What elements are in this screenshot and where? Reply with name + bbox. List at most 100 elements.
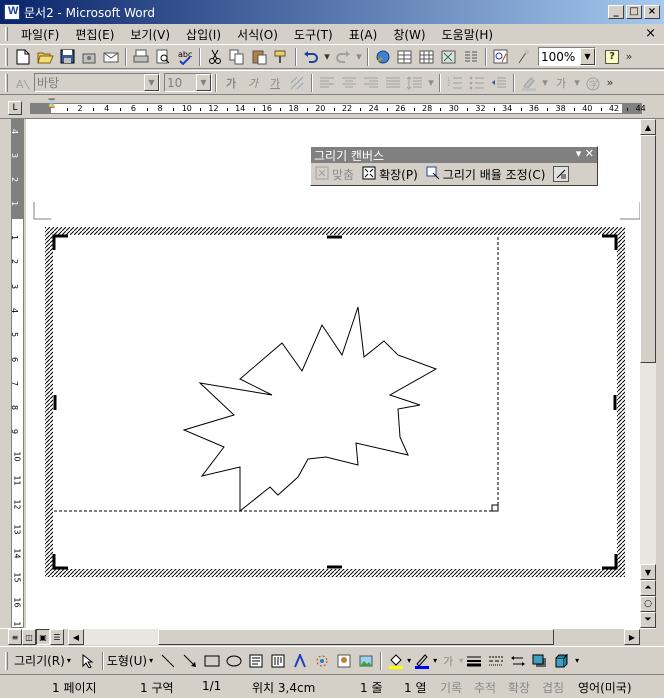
menu-window[interactable]: 창(W) — [386, 26, 434, 43]
print-layout-button[interactable]: ▣ — [36, 629, 50, 645]
bold-button[interactable]: 가 — [221, 73, 241, 93]
permission-icon[interactable] — [79, 47, 99, 67]
canvas-toolbar-controls[interactable]: ▾ ✕ — [576, 147, 594, 160]
hyperlink-icon[interactable] — [373, 47, 393, 67]
cut-icon[interactable] — [205, 47, 225, 67]
select-objects-icon[interactable] — [78, 651, 98, 671]
3d-style-icon[interactable] — [552, 651, 572, 671]
print-icon[interactable] — [131, 47, 151, 67]
email-icon[interactable] — [101, 47, 121, 67]
format-painter-icon[interactable] — [271, 47, 291, 67]
new-document-icon[interactable] — [13, 47, 33, 67]
browse-object-button[interactable]: ○ — [640, 596, 656, 612]
autoshapes-dropdown-icon[interactable]: ▾ — [149, 656, 153, 665]
draw-font-color-button[interactable]: 가 — [438, 651, 458, 671]
toolbar-options-icon[interactable]: » — [624, 47, 634, 67]
scroll-down-button[interactable]: ▼ — [640, 564, 656, 580]
decrease-indent-icon[interactable] — [489, 73, 509, 93]
format-toolbar-grip[interactable] — [5, 73, 8, 92]
fill-color-dropdown-icon[interactable]: ▾ — [407, 656, 411, 665]
vertical-scrollbar[interactable]: ▲ ▼ ⏶ ○ ⏷ — [640, 119, 656, 628]
insert-table-icon[interactable] — [417, 47, 437, 67]
web-view-button[interactable]: ◫ — [22, 629, 36, 645]
expand-button[interactable]: 확장(P) — [379, 166, 418, 183]
outline-view-button[interactable]: ☰ — [50, 629, 64, 645]
clip-art-icon[interactable] — [334, 651, 354, 671]
align-left-icon[interactable] — [317, 73, 337, 93]
underline-button[interactable]: 가 — [265, 73, 285, 93]
document-close-button[interactable]: × — [645, 26, 656, 41]
styles-formatting-icon[interactable]: A — [13, 73, 33, 93]
line-spacing-icon[interactable] — [405, 73, 425, 93]
word-app-icon[interactable] — [4, 4, 20, 20]
font-color-dropdown-icon[interactable]: ▾ — [573, 73, 581, 93]
normal-view-button[interactable]: ≡ — [8, 629, 22, 645]
status-rec[interactable]: 기록 — [440, 679, 462, 696]
line-color-icon[interactable] — [412, 651, 432, 671]
align-center-icon[interactable] — [339, 73, 359, 93]
align-right-icon[interactable] — [361, 73, 381, 93]
menu-tools[interactable]: 도구(T) — [287, 26, 342, 43]
highlight-dropdown-icon[interactable]: ▾ — [541, 73, 549, 93]
status-ext[interactable]: 확장 — [508, 679, 530, 696]
paste-icon[interactable] — [249, 47, 269, 67]
scale-icon[interactable] — [426, 166, 440, 183]
scroll-thumb[interactable] — [640, 135, 656, 363]
menu-view[interactable]: 보기(V) — [123, 26, 179, 43]
style-combo[interactable]: 바탕 ▼ — [34, 73, 160, 92]
menu-file[interactable]: 파일(F) — [14, 26, 68, 43]
scroll-left-button[interactable]: ◀ — [68, 629, 84, 645]
draw-menu-button[interactable]: 그리기(R) — [14, 652, 65, 669]
menu-table[interactable]: 표(A) — [342, 26, 387, 43]
line-spacing-dropdown-icon[interactable]: ▾ — [427, 73, 435, 93]
format-toolbar-options-icon[interactable]: » — [605, 73, 615, 93]
draw-dropdown-icon[interactable]: ▾ — [67, 656, 71, 665]
scale-drawing-button[interactable]: 그리기 배율 조정(C) — [443, 166, 546, 183]
insert-picture-icon[interactable] — [356, 651, 376, 671]
font-size-dropdown-icon[interactable]: ▼ — [196, 74, 211, 91]
tables-borders-icon[interactable] — [395, 47, 415, 67]
autoshapes-menu-button[interactable]: 도형(U) — [107, 652, 147, 669]
vertical-text-box-icon[interactable] — [268, 651, 288, 671]
scroll-up-button[interactable]: ▲ — [640, 119, 656, 135]
maximize-button[interactable]: □ — [626, 5, 642, 19]
line-style-icon[interactable] — [464, 651, 484, 671]
style-dropdown-icon[interactable]: ▼ — [144, 74, 159, 91]
spelling-icon[interactable]: abc — [175, 47, 195, 67]
menu-edit[interactable]: 편집(E) — [68, 26, 123, 43]
menu-grip[interactable] — [5, 27, 8, 41]
italic-button[interactable]: 가 — [243, 73, 263, 93]
phonetic-guide-icon[interactable]: 字 — [583, 73, 603, 93]
font-size-combo[interactable]: 10 ▼ — [164, 73, 212, 92]
columns-icon[interactable] — [461, 47, 481, 67]
expand-icon[interactable] — [362, 166, 376, 183]
font-color-button[interactable]: 가 — [551, 73, 571, 93]
undo-icon[interactable] — [301, 47, 321, 67]
drawing-toolbar-options-icon[interactable]: ▾ — [575, 656, 579, 665]
char-shading-icon[interactable] — [287, 73, 307, 93]
drawing-icon[interactable] — [491, 47, 511, 67]
h-scroll-thumb[interactable] — [158, 629, 554, 645]
arrow-tool-icon[interactable] — [180, 651, 200, 671]
document-map-icon[interactable] — [513, 47, 533, 67]
redo-dropdown-icon[interactable]: ▾ — [355, 47, 363, 67]
line-tool-icon[interactable] — [158, 651, 178, 671]
status-trk[interactable]: 추적 — [474, 679, 496, 696]
draw-font-color-dropdown-icon[interactable]: ▾ — [459, 656, 463, 665]
status-ovr[interactable]: 겹침 — [542, 679, 564, 696]
next-page-button[interactable]: ⏷ — [640, 612, 656, 628]
print-preview-icon[interactable] — [153, 47, 173, 67]
insert-excel-icon[interactable] — [439, 47, 459, 67]
scroll-right-button[interactable]: ▶ — [624, 629, 640, 645]
undo-dropdown-icon[interactable]: ▾ — [323, 47, 331, 67]
open-folder-icon[interactable] — [35, 47, 55, 67]
zoom-dropdown-icon[interactable]: ▼ — [580, 48, 595, 65]
help-icon[interactable]: ? — [602, 47, 622, 67]
shadow-style-icon[interactable] — [530, 651, 550, 671]
menu-insert[interactable]: 삽입(I) — [179, 26, 230, 43]
minimize-button[interactable]: _ — [608, 5, 624, 19]
menu-format[interactable]: 서식(O) — [230, 26, 287, 43]
wordart-icon[interactable] — [290, 651, 310, 671]
canvas-toolbar-header[interactable]: 그리기 캔버스 ▾ ✕ — [311, 147, 597, 163]
highlight-icon[interactable] — [519, 73, 539, 93]
